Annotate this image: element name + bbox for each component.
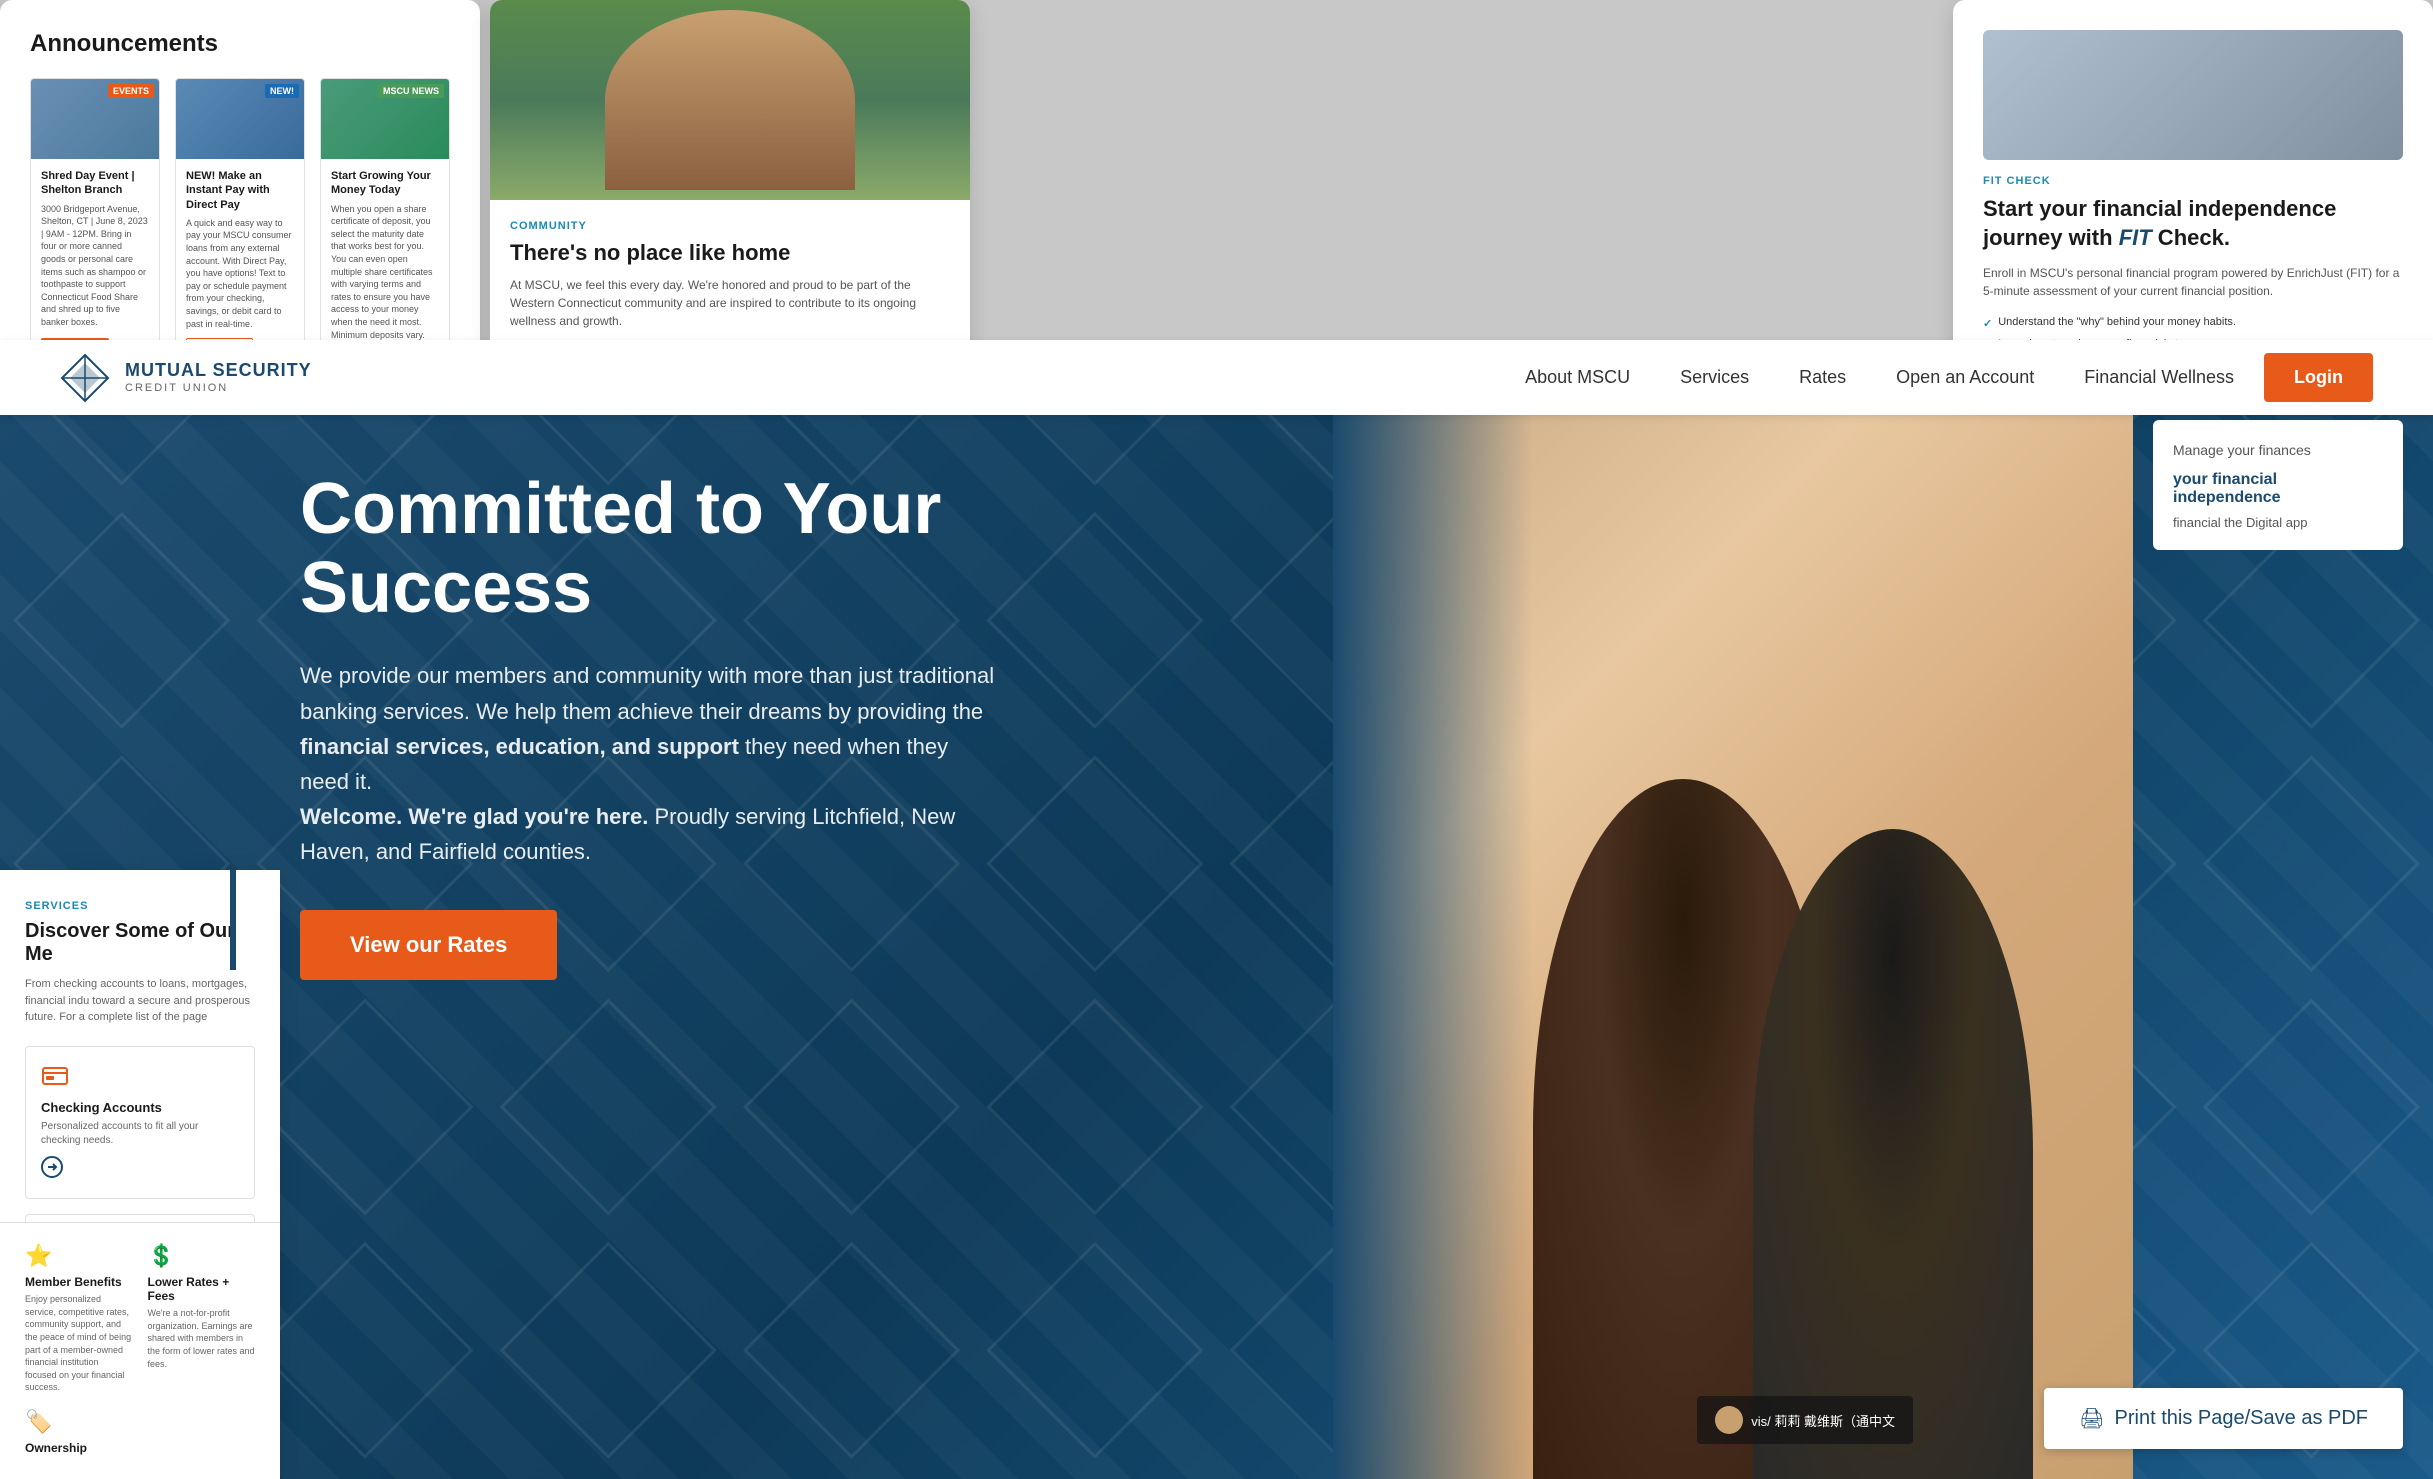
checking-title: Checking Accounts xyxy=(41,1100,239,1115)
hero-title: Committed to Your Success xyxy=(300,470,1000,628)
announcement-text-1: 3000 Bridgeport Avenue, Shelton, CT | Ju… xyxy=(41,203,149,329)
announcement-text-2: A quick and easy way to pay your MSCU co… xyxy=(186,217,294,330)
announcement-card-2: NEW! NEW! Make an Instant Pay with Direc… xyxy=(175,78,305,380)
checking-arrow-icon[interactable] xyxy=(41,1156,63,1178)
view-rates-button[interactable]: View our Rates xyxy=(300,910,557,980)
login-button[interactable]: Login xyxy=(2264,353,2373,402)
app-panel-inner: Manage your finances your financialindep… xyxy=(2153,420,2403,550)
print-button[interactable]: 🖨 Print this Page/Save as PDF xyxy=(2044,1388,2403,1449)
accessibility-bar: vis/ 莉莉 戴维斯（通中文 xyxy=(1697,1396,1913,1444)
navigation-bar: MUTUAL SECURITY CREDIT UNION About MSCU … xyxy=(0,340,2433,415)
vertical-accent-bar xyxy=(230,870,236,970)
logo-diamond-icon xyxy=(60,353,110,403)
nav-open-account[interactable]: Open an Account xyxy=(1896,367,2034,388)
lower-rates-text: We're a not-for-profit organization. Ear… xyxy=(148,1307,256,1370)
community-image xyxy=(490,0,970,200)
logo-text: MUTUAL SECURITY xyxy=(125,360,312,382)
logo-subtext: CREDIT UNION xyxy=(125,382,312,395)
app-panel-text: Manage your finances xyxy=(2173,440,2383,461)
community-tag: COMMUNITY xyxy=(510,220,950,232)
member-benefits-panel: ⭐ Member Benefits Enjoy personalized ser… xyxy=(0,1222,280,1479)
announcement-title-3: Start Growing Your Money Today xyxy=(331,169,439,198)
gradient-overlay xyxy=(1333,370,1533,1479)
user-avatar-icon xyxy=(1715,1406,1743,1434)
announcements-title: Announcements xyxy=(30,30,450,58)
member-benefits-icon: ⭐ xyxy=(25,1243,133,1269)
fit-title: Start your financial independence journe… xyxy=(1983,195,2403,252)
checking-icon xyxy=(41,1062,71,1092)
ownership-icon: 🏷️ xyxy=(25,1409,133,1435)
app-panel-title: your financialindependence xyxy=(2173,471,2383,507)
nav-links: About MSCU Services Rates Open an Accoun… xyxy=(1525,367,2234,388)
hero-photo-area xyxy=(1333,370,2133,1479)
discover-title: Discover Some of Our Me xyxy=(25,920,255,966)
fit-description: Enroll in MSCU's personal financial prog… xyxy=(1983,264,2403,300)
badge-events: EVENTS xyxy=(108,84,154,98)
member-benefits-text: Enjoy personalized service, competitive … xyxy=(25,1293,133,1394)
community-title: There's no place like home xyxy=(510,240,950,266)
announcement-card-1: EVENTS Shred Day Event | Shelton Branch … xyxy=(30,78,160,380)
check-1-icon: ✓ xyxy=(1983,317,1992,330)
announcement-img-1: EVENTS xyxy=(31,79,159,159)
ownership-item: 🏷️ Ownership xyxy=(25,1409,133,1459)
discover-text: From checking accounts to loans, mortgag… xyxy=(25,976,255,1026)
fit-tag: FIT CHECK xyxy=(1983,175,2403,187)
person-2 xyxy=(1753,829,2033,1479)
nav-about[interactable]: About MSCU xyxy=(1525,367,1630,388)
nav-services[interactable]: Services xyxy=(1680,367,1749,388)
announcement-title-2: NEW! Make an Instant Pay with Direct Pay xyxy=(186,169,294,212)
announcement-img-3: MSCU NEWS xyxy=(321,79,449,159)
badge-news: MSCU NEWS xyxy=(378,84,444,98)
hero-content: Committed to Your Success We provide our… xyxy=(300,470,1000,980)
accessibility-label: vis/ 莉莉 戴维斯（通中文 xyxy=(1751,1411,1895,1430)
checklist-item-1: ✓ Understand the "why" behind your money… xyxy=(1983,312,2403,334)
lower-rates-title: Lower Rates + Fees xyxy=(148,1275,256,1303)
ownership-title: Ownership xyxy=(25,1441,133,1455)
announcement-card-3: MSCU NEWS Start Growing Your Money Today… xyxy=(320,78,450,380)
print-icon: 🖨 xyxy=(2079,1406,2104,1431)
community-panel: COMMUNITY There's no place like home At … xyxy=(490,0,970,380)
lower-rates-item: 💲 Lower Rates + Fees We're a not-for-pro… xyxy=(148,1243,256,1394)
hero-description: We provide our members and community wit… xyxy=(300,658,1000,869)
member-benefits-title: Member Benefits xyxy=(25,1275,133,1289)
nav-rates[interactable]: Rates xyxy=(1799,367,1846,388)
announcements-grid: EVENTS Shred Day Event | Shelton Branch … xyxy=(30,78,450,380)
announcement-text-3: When you open a share certificate of dep… xyxy=(331,203,439,342)
discover-tag: SERVICES xyxy=(25,900,255,912)
nav-logo[interactable]: MUTUAL SECURITY CREDIT UNION xyxy=(60,353,312,403)
announcement-img-2: NEW! xyxy=(176,79,304,159)
app-description: financial the Digital app xyxy=(2173,515,2383,530)
member-benefits-item: ⭐ Member Benefits Enjoy personalized ser… xyxy=(25,1243,133,1394)
announcement-title-1: Shred Day Event | Shelton Branch xyxy=(41,169,149,198)
checking-text: Personalized accounts to fit all your ch… xyxy=(41,1120,239,1148)
service-checking: Checking Accounts Personalized accounts … xyxy=(25,1046,255,1199)
community-text: At MSCU, we feel this every day. We're h… xyxy=(510,276,950,330)
lower-rates-icon: 💲 xyxy=(148,1243,256,1269)
fit-bg-image xyxy=(1983,30,2403,160)
badge-new: NEW! xyxy=(265,84,299,98)
hero-panel: Committed to Your Success We provide our… xyxy=(0,370,2433,1479)
nav-financial-wellness[interactable]: Financial Wellness xyxy=(2084,367,2234,388)
